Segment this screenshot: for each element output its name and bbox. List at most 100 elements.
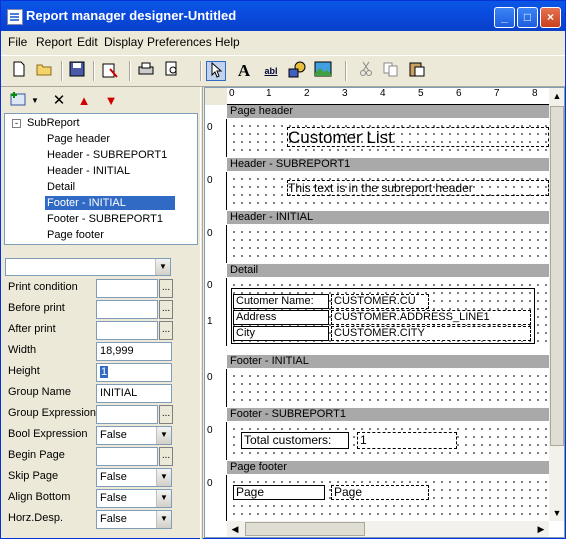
close-button[interactable]: × <box>540 7 561 28</box>
print-condition-field[interactable] <box>96 279 158 298</box>
paste-icon[interactable] <box>407 61 427 81</box>
bool-expression-select[interactable]: False ▼ <box>96 426 172 445</box>
label-page[interactable]: Page <box>233 485 325 500</box>
ellipsis-button[interactable]: ... <box>159 279 173 298</box>
subreport-header-text[interactable]: This text is in the subreport header <box>287 180 549 196</box>
section-bar-header-initial[interactable]: Header - INITIAL <box>227 211 549 224</box>
scroll-left-icon[interactable]: ◀ <box>227 521 243 537</box>
pointer-icon[interactable] <box>206 61 226 81</box>
minimize-button[interactable]: _ <box>494 7 515 28</box>
chevron-down-icon[interactable]: ▼ <box>156 511 171 528</box>
cut-icon[interactable] <box>356 61 376 81</box>
menu-help[interactable]: Help <box>215 35 240 49</box>
tree-item-header-initial[interactable]: Header - INITIAL <box>45 164 132 178</box>
begin-page-field[interactable] <box>96 447 158 466</box>
group-footer-area[interactable] <box>227 369 549 407</box>
menu-report[interactable]: Report <box>36 35 72 49</box>
add-section-icon[interactable] <box>9 91 29 111</box>
detail-area[interactable]: Cutomer Name: Address City CUSTOMER.CU C… <box>227 278 549 346</box>
section-bar-header-subreport1[interactable]: Header - SUBREPORT1 <box>227 158 549 171</box>
chevron-down-icon[interactable]: ▼ <box>156 427 171 444</box>
move-down-icon[interactable]: ▼ <box>101 91 121 111</box>
label-city[interactable]: City <box>233 326 329 341</box>
config-icon[interactable] <box>100 61 120 81</box>
ellipsis-button[interactable]: ... <box>159 447 173 466</box>
chevron-down-icon[interactable]: ▼ <box>155 259 170 275</box>
group-header-area[interactable] <box>227 225 549 263</box>
section-tree[interactable]: - SubReport Page header Header - SUBREPO… <box>4 113 198 245</box>
ellipsis-button[interactable]: ... <box>159 300 173 319</box>
print-icon[interactable] <box>136 61 156 81</box>
label-customer-name[interactable]: Cutomer Name: <box>233 294 329 309</box>
preview-icon[interactable] <box>162 61 182 81</box>
title-bar[interactable]: Report manager designer-Untitled _ □ × <box>1 1 565 31</box>
save-icon[interactable] <box>67 61 87 81</box>
panel-splitter[interactable] <box>200 87 203 539</box>
height-field[interactable]: 1 <box>96 363 172 382</box>
tree-root[interactable]: SubReport <box>25 116 82 130</box>
page-header-area[interactable]: Customer List <box>227 119 549 157</box>
label-total-customers[interactable]: Total customers: <box>241 432 349 449</box>
report-title[interactable]: Customer List <box>287 127 549 147</box>
menu-edit[interactable]: Edit <box>77 35 98 49</box>
image-tool-icon[interactable] <box>313 61 333 81</box>
subreport-footer-area[interactable]: Total customers: 1 <box>227 422 549 460</box>
field-page-number[interactable]: Page <box>331 485 429 500</box>
field-tool-icon[interactable]: abl <box>261 61 281 81</box>
horizontal-scrollbar[interactable]: ◀ ▶ <box>227 521 549 537</box>
move-up-icon[interactable]: ▲ <box>74 91 94 111</box>
scroll-up-icon[interactable]: ▲ <box>549 88 564 104</box>
text-tool-icon[interactable]: A <box>234 61 254 81</box>
shape-tool-icon[interactable] <box>287 61 307 81</box>
vertical-ruler: 0 <box>205 225 227 263</box>
menu-file[interactable]: File <box>8 35 27 49</box>
ellipsis-button[interactable]: ... <box>159 321 173 340</box>
menu-preferences[interactable]: Preferences <box>147 35 212 49</box>
section-bar-footer-subreport1[interactable]: Footer - SUBREPORT1 <box>227 408 549 421</box>
prop-row-group-name: Group Name INITIAL <box>4 383 198 404</box>
align-bottom-select[interactable]: False ▼ <box>96 489 172 508</box>
vertical-scroll-thumb[interactable] <box>550 106 564 446</box>
chevron-down-icon[interactable]: ▼ <box>156 469 171 486</box>
horz-desp-select[interactable]: False ▼ <box>96 510 172 529</box>
after-print-field[interactable] <box>96 321 158 340</box>
section-bar-page-header[interactable]: Page header <box>227 105 549 118</box>
scroll-down-icon[interactable]: ▼ <box>549 505 564 521</box>
tree-item-footer-subreport1[interactable]: Footer - SUBREPORT1 <box>45 212 165 226</box>
horizontal-scroll-thumb[interactable] <box>245 522 365 536</box>
tree-item-page-footer[interactable]: Page footer <box>45 228 106 242</box>
delete-icon[interactable]: ✕ <box>49 91 69 111</box>
dropdown-icon[interactable]: ▼ <box>30 91 40 111</box>
chevron-down-icon[interactable]: ▼ <box>156 490 171 507</box>
tree-item-page-header[interactable]: Page header <box>45 132 112 146</box>
menu-display[interactable]: Display <box>104 35 143 49</box>
label-address[interactable]: Address <box>233 310 329 325</box>
copy-icon[interactable] <box>381 61 401 81</box>
skip-page-select[interactable]: False ▼ <box>96 468 172 487</box>
field-customer-name[interactable]: CUSTOMER.CU <box>331 294 429 309</box>
width-field[interactable]: 18,999 <box>96 342 172 361</box>
section-bar-footer-initial[interactable]: Footer - INITIAL <box>227 355 549 368</box>
tree-item-footer-initial[interactable]: Footer - INITIAL <box>45 196 175 210</box>
ellipsis-button[interactable]: ... <box>159 405 173 424</box>
field-address[interactable]: CUSTOMER.ADDRESS_LINE1 <box>331 310 531 325</box>
page-footer-area[interactable]: Page Page <box>227 475 549 521</box>
group-name-field[interactable]: INITIAL <box>96 384 172 403</box>
scroll-right-icon[interactable]: ▶ <box>533 521 549 537</box>
open-icon[interactable] <box>35 61 55 81</box>
group-expression-field[interactable] <box>96 405 158 424</box>
ruler-label: 6 <box>456 88 462 99</box>
section-bar-page-footer[interactable]: Page footer <box>227 461 549 474</box>
maximize-button[interactable]: □ <box>517 7 538 28</box>
section-bar-detail[interactable]: Detail <box>227 264 549 277</box>
tree-item-header-subreport1[interactable]: Header - SUBREPORT1 <box>45 148 169 162</box>
vertical-scrollbar[interactable]: ▲ ▼ <box>549 88 564 521</box>
before-print-field[interactable] <box>96 300 158 319</box>
field-total-customers[interactable]: 1 <box>357 432 457 449</box>
tree-expander[interactable]: - <box>12 119 21 128</box>
field-city[interactable]: CUSTOMER.CITY <box>331 326 531 341</box>
new-icon[interactable] <box>9 61 29 81</box>
object-selector[interactable]: ▼ <box>5 258 171 276</box>
tree-item-detail[interactable]: Detail <box>45 180 77 194</box>
subreport-header-area[interactable]: This text is in the subreport header <box>227 172 549 210</box>
